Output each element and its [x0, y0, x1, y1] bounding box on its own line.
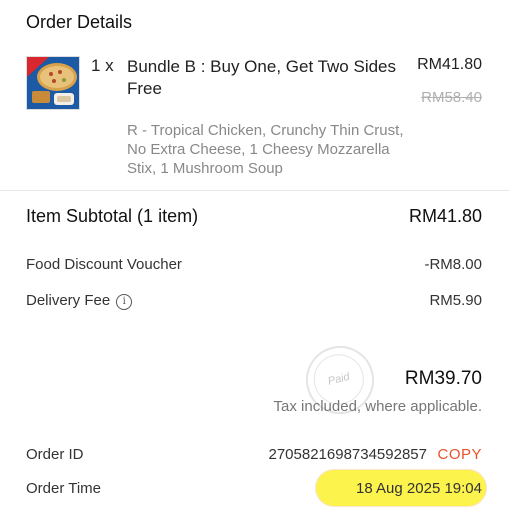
item-price: RM41.80: [417, 56, 482, 73]
product-thumbnail: [26, 56, 80, 110]
item-original-price: RM58.40: [421, 89, 482, 106]
discount-value: -RM8.00: [424, 256, 482, 273]
pizza-bundle-image: [27, 57, 79, 109]
item-name: Bundle B : Buy One, Get Two Sides Free: [127, 57, 397, 98]
subtotal-value: RM41.80: [408, 206, 482, 226]
order-time-label: Order Time: [26, 480, 102, 497]
item-quantity: 1 x: [91, 56, 114, 75]
page-title: Order Details: [26, 12, 133, 32]
delivery-fee-label: Delivery Fee: [26, 292, 111, 309]
copy-order-id-button[interactable]: COPY: [437, 446, 482, 463]
info-icon[interactable]: i: [116, 294, 133, 310]
order-id-label: Order ID: [26, 446, 84, 463]
subtotal-label: Item Subtotal (1 item): [26, 206, 199, 226]
order-time-value: 18 Aug 2025 19:04: [356, 480, 482, 497]
order-id-value: 2705821698734592857: [268, 446, 427, 463]
order-total: RM39.70: [404, 368, 482, 389]
item-description: R - Tropical Chicken, Crunchy Thin Crust…: [127, 122, 404, 177]
tax-note: Tax included, where applicable.: [273, 398, 482, 415]
discount-label: Food Discount Voucher: [26, 256, 182, 273]
delivery-fee-row: Delivery Fee i: [26, 292, 133, 310]
section-divider: [0, 190, 509, 191]
delivery-fee-value: RM5.90: [429, 292, 482, 309]
